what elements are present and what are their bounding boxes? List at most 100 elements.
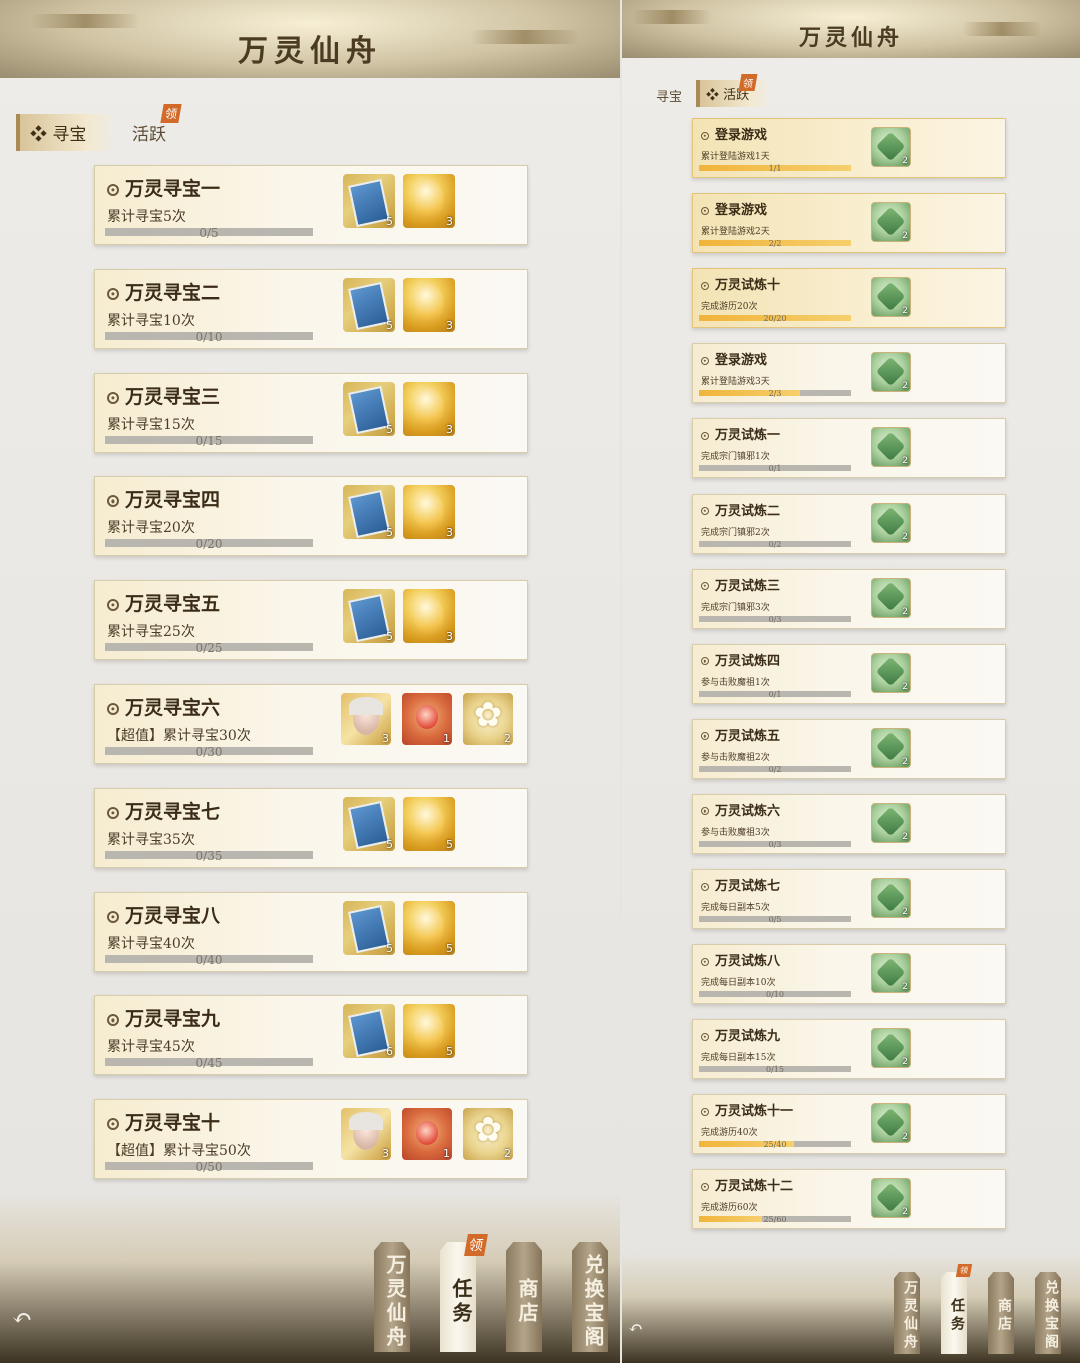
jade-token-icon[interactable]: 2 (871, 577, 911, 618)
gold-ingot-icon[interactable]: 3 (403, 277, 455, 332)
jade-token-icon[interactable]: 2 (871, 802, 911, 843)
sage-portrait-icon[interactable]: 3 (341, 1108, 391, 1161)
task-description: 累计登陆游戏2天 (701, 227, 770, 238)
jade-token-icon[interactable]: 2 (871, 277, 911, 318)
task-description: 完成每日副本10次 (701, 978, 776, 989)
jade-token-icon[interactable]: 2 (871, 1103, 911, 1144)
nav-tab-tasks[interactable]: 任务 (440, 1242, 476, 1352)
jade-token-icon[interactable]: 2 (871, 652, 911, 693)
tab-treasure[interactable]: 寻宝 (656, 86, 682, 105)
progress-text: 25/40 (763, 1140, 787, 1150)
task-card: 万灵试炼八 完成每日副本10次 0/10 2 (692, 944, 1006, 1005)
progress-bar: 0/2 (699, 540, 851, 548)
progress-bar: 0/1 (699, 465, 851, 473)
book-icon[interactable]: 5 (343, 900, 395, 955)
reward-count: 5 (386, 941, 393, 955)
gold-ingot-icon[interactable]: 5 (403, 900, 455, 955)
reward-count: 6 (386, 1045, 393, 1059)
gold-ingot-icon[interactable]: 3 (403, 589, 455, 644)
gold-ingot-icon[interactable]: 3 (403, 381, 455, 436)
reward-count: 2 (902, 756, 908, 767)
lotus-icon[interactable]: 2 (463, 1108, 513, 1161)
progress-bar: 0/35 (105, 850, 313, 862)
progress-text: 20/20 (763, 314, 787, 324)
book-icon[interactable]: 5 (343, 589, 395, 644)
task-title-text: 万灵试炼七 (715, 879, 781, 894)
back-arrow-icon[interactable]: ↶ (12, 1304, 32, 1332)
book-icon[interactable]: 5 (343, 277, 395, 332)
tab-activity[interactable]: 活跃 (132, 120, 166, 145)
bullet-icon (701, 807, 709, 816)
tab-activity[interactable]: ❖ 活跃 (696, 80, 772, 107)
gold-ingot-icon[interactable]: 3 (403, 174, 455, 228)
task-card: 万灵试炼七 完成每日副本5次 0/5 2 (692, 869, 1006, 929)
task-title-text: 登录游戏 (715, 128, 768, 143)
reward-count: 2 (902, 907, 908, 917)
task-title-text: 万灵寻宝六 (125, 697, 221, 719)
nav-tab-shop[interactable]: 商店 (988, 1272, 1014, 1354)
jade-token-icon[interactable]: 2 (871, 127, 911, 167)
task-title-text: 万灵试炼三 (715, 578, 781, 594)
bullet-icon (701, 582, 709, 591)
task-title: 万灵寻宝七 (107, 797, 220, 824)
task-description: 【超值】累计寻宝50次 (107, 1143, 251, 1160)
nav-tab-exchange[interactable]: 兑换宝阁 (572, 1242, 608, 1352)
task-title-text: 万灵试炼十二 (715, 1179, 794, 1195)
book-icon[interactable]: 5 (343, 174, 395, 228)
progress-bar: 0/15 (699, 1066, 851, 1074)
progress-text: 0/15 (195, 433, 223, 448)
nav-tab-shop[interactable]: 商店 (506, 1242, 542, 1352)
header-banner: 万灵仙舟 (622, 0, 1080, 58)
nav-tab-tasks[interactable]: 任务 (941, 1272, 967, 1354)
task-card: 登录游戏 累计登陆游戏1天 1/1 2 (692, 118, 1006, 178)
peach-icon[interactable]: 1 (402, 1108, 452, 1161)
progress-bar: 1/1 (699, 165, 851, 173)
reward-count: 2 (902, 1132, 908, 1143)
progress-bar: 0/40 (105, 952, 313, 967)
task-title-text: 万灵试炼六 (715, 803, 781, 819)
progress-bar: 0/10 (699, 991, 851, 999)
nav-tab-ship[interactable]: 万灵仙舟 (894, 1272, 920, 1354)
task-card: 万灵试炼十 完成游历20次 20/20 2 (692, 268, 1006, 329)
jade-token-icon[interactable]: 2 (871, 352, 911, 393)
jade-token-icon[interactable]: 2 (871, 1028, 911, 1069)
gold-ingot-icon[interactable]: 5 (403, 796, 455, 851)
jade-token-icon[interactable]: 2 (871, 427, 911, 468)
jade-token-icon[interactable]: 2 (871, 502, 911, 543)
reward-count: 3 (446, 526, 453, 540)
sage-portrait-icon[interactable]: 3 (341, 693, 391, 745)
book-icon[interactable]: 6 (343, 1004, 395, 1059)
bullet-icon (701, 882, 709, 891)
jade-token-icon[interactable]: 2 (871, 878, 911, 918)
task-description: 完成每日副本15次 (701, 1053, 776, 1064)
gold-ingot-icon[interactable]: 5 (403, 1004, 455, 1059)
reward-count: 5 (446, 837, 453, 851)
nav-tab-exchange[interactable]: 兑换宝阁 (1035, 1272, 1061, 1354)
task-description: 累计登陆游戏3天 (701, 377, 770, 388)
task-card: 万灵试炼九 完成每日副本15次 0/15 2 (692, 1019, 1006, 1080)
nav-tab-ship[interactable]: 万灵仙舟 (374, 1242, 410, 1352)
lotus-icon[interactable]: 2 (463, 693, 513, 745)
book-icon[interactable]: 5 (343, 381, 395, 436)
progress-text: 0/3 (768, 839, 782, 849)
peach-icon[interactable]: 1 (402, 693, 452, 745)
jade-token-icon[interactable]: 2 (871, 202, 911, 243)
claim-badge: 领 (464, 1234, 488, 1256)
task-card: 万灵寻宝四 累计寻宝20次 0/20 5 3 (94, 476, 528, 557)
bullet-icon (107, 599, 119, 612)
gold-ingot-icon[interactable]: 3 (403, 485, 455, 540)
tab-treasure[interactable]: ❖ 寻宝 (16, 114, 117, 151)
progress-bar: 25/60 (699, 1216, 851, 1224)
back-arrow-icon[interactable]: ↶ (628, 1318, 643, 1339)
progress-text: 0/40 (195, 952, 223, 967)
task-card: 登录游戏 累计登陆游戏3天 2/3 2 (692, 343, 1006, 404)
bullet-icon (107, 1118, 119, 1131)
jade-token-icon[interactable]: 2 (871, 953, 911, 994)
progress-bar: 2/3 (699, 390, 851, 398)
page-title: 万灵仙舟 (238, 34, 382, 69)
jade-token-icon[interactable]: 2 (871, 1178, 911, 1219)
jade-token-icon[interactable]: 2 (871, 727, 911, 768)
book-icon[interactable]: 5 (343, 796, 395, 851)
book-icon[interactable]: 5 (343, 485, 395, 540)
task-title-text: 万灵试炼十 (715, 278, 781, 294)
